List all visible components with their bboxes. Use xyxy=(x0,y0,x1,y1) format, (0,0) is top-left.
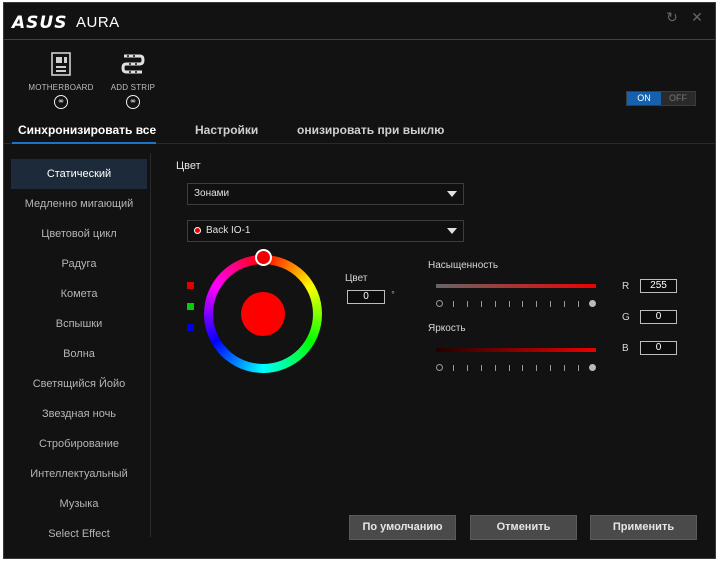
color-dot-icon xyxy=(194,227,201,234)
effect-smart[interactable]: Интеллектуальный xyxy=(11,459,147,489)
default-button[interactable]: По умолчанию xyxy=(349,515,456,540)
effect-flash[interactable]: Вспышки xyxy=(11,309,147,339)
degree-symbol: ° xyxy=(391,290,395,299)
b-input[interactable]: 0 xyxy=(640,341,677,355)
link-icon: ∞ xyxy=(54,95,68,109)
slider-tick xyxy=(550,365,551,371)
slider-tick xyxy=(509,365,510,371)
close-icon[interactable]: ✕ xyxy=(689,10,705,26)
device-label: ADD STRIP xyxy=(110,83,156,92)
effect-strobing[interactable]: Стробирование xyxy=(11,429,147,459)
slider-max-marker xyxy=(589,364,596,371)
effect-wave[interactable]: Волна xyxy=(11,339,147,369)
slider-tick xyxy=(453,301,454,307)
effects-divider xyxy=(150,153,151,537)
saturation-ticks xyxy=(436,300,596,310)
saturation-label: Насыщенность xyxy=(428,260,499,271)
zone-dropdown[interactable]: Зонами xyxy=(187,183,464,205)
active-tab-indicator xyxy=(12,142,156,144)
slider-tick xyxy=(564,365,565,371)
power-on-option[interactable]: ON xyxy=(627,92,661,105)
red-swatch[interactable] xyxy=(187,282,194,289)
tab-shutdown-sync[interactable]: онизировать при выклю xyxy=(297,123,444,137)
refresh-icon[interactable]: ↻ xyxy=(664,10,680,26)
slider-tick xyxy=(509,301,510,307)
apply-button[interactable]: Применить xyxy=(590,515,697,540)
brightness-slider[interactable] xyxy=(436,348,596,352)
power-off-option[interactable]: OFF xyxy=(661,92,695,105)
cancel-button[interactable]: Отменить xyxy=(470,515,577,540)
device-label: MOTHERBOARD xyxy=(28,83,94,92)
area-dropdown-value: Back IO-1 xyxy=(206,225,251,236)
app-title: AURA xyxy=(76,14,120,31)
chevron-down-icon xyxy=(447,228,457,234)
effect-select[interactable]: Select Effect xyxy=(11,519,147,549)
effect-rainbow[interactable]: Радуга xyxy=(11,249,147,279)
tab-sync-all[interactable]: Синхронизировать все xyxy=(18,123,156,137)
slider-tick xyxy=(467,365,468,371)
aura-window: ASUS AURA ↻ ✕ MOTHERBOARD ∞ ADD STRIP ∞ … xyxy=(3,2,716,559)
slider-tick xyxy=(481,365,482,371)
color-preview xyxy=(241,292,285,336)
slider-tick xyxy=(550,301,551,307)
brightness-label: Яркость xyxy=(428,323,466,334)
effect-comet[interactable]: Комета xyxy=(11,279,147,309)
slider-tick xyxy=(495,301,496,307)
device-motherboard[interactable]: MOTHERBOARD ∞ xyxy=(24,51,98,109)
g-label: G xyxy=(622,312,630,323)
slider-tick xyxy=(495,365,496,371)
slider-max-marker xyxy=(589,300,596,307)
title-divider xyxy=(4,39,715,40)
slider-tick xyxy=(522,301,523,307)
blue-swatch[interactable] xyxy=(187,324,194,331)
effects-list: Статический Медленно мигающий Цветовой ц… xyxy=(11,159,147,549)
g-input[interactable]: 0 xyxy=(640,310,677,324)
slider-tick xyxy=(522,365,523,371)
slider-tick xyxy=(536,365,537,371)
chevron-down-icon xyxy=(447,191,457,197)
tab-settings[interactable]: Настройки xyxy=(195,123,258,137)
slider-tick xyxy=(536,301,537,307)
effect-starry-night[interactable]: Звездная ночь xyxy=(11,399,147,429)
slider-tick xyxy=(481,301,482,307)
motherboard-icon xyxy=(51,52,71,76)
power-toggle[interactable]: ON OFF xyxy=(626,91,696,106)
effect-static[interactable]: Статический xyxy=(11,159,147,189)
hue-input[interactable]: 0 xyxy=(347,290,385,304)
color-wheel[interactable] xyxy=(204,249,322,373)
slider-min-marker xyxy=(436,300,443,307)
asus-logo: ASUS xyxy=(12,13,68,33)
green-swatch[interactable] xyxy=(187,303,194,310)
hue-knob[interactable] xyxy=(255,249,272,266)
r-input[interactable]: 255 xyxy=(640,279,677,293)
device-add-strip[interactable]: ADD STRIP ∞ xyxy=(96,51,170,109)
effect-color-cycle[interactable]: Цветовой цикл xyxy=(11,219,147,249)
zone-dropdown-value: Зонами xyxy=(194,188,230,199)
color-section-title: Цвет xyxy=(176,160,201,172)
slider-tick xyxy=(467,301,468,307)
saturation-slider[interactable] xyxy=(436,284,596,288)
slider-min-marker xyxy=(436,364,443,371)
effect-glowing-yoyo[interactable]: Светящийся Йойо xyxy=(11,369,147,399)
r-label: R xyxy=(622,281,630,292)
b-label: B xyxy=(622,343,629,354)
link-icon: ∞ xyxy=(126,95,140,109)
slider-tick xyxy=(564,301,565,307)
brightness-ticks xyxy=(436,364,596,374)
title-bar: ASUS AURA ↻ ✕ xyxy=(4,3,715,41)
tab-bar: Синхронизировать все Настройки онизирова… xyxy=(4,116,715,144)
effect-music[interactable]: Музыка xyxy=(11,489,147,519)
effect-breathing[interactable]: Медленно мигающий xyxy=(11,189,147,219)
hue-label: Цвет xyxy=(345,273,368,284)
area-dropdown[interactable]: Back IO-1 xyxy=(187,220,464,242)
led-strip-icon xyxy=(121,54,145,74)
slider-tick xyxy=(578,301,579,307)
slider-tick xyxy=(578,365,579,371)
slider-tick xyxy=(453,365,454,371)
